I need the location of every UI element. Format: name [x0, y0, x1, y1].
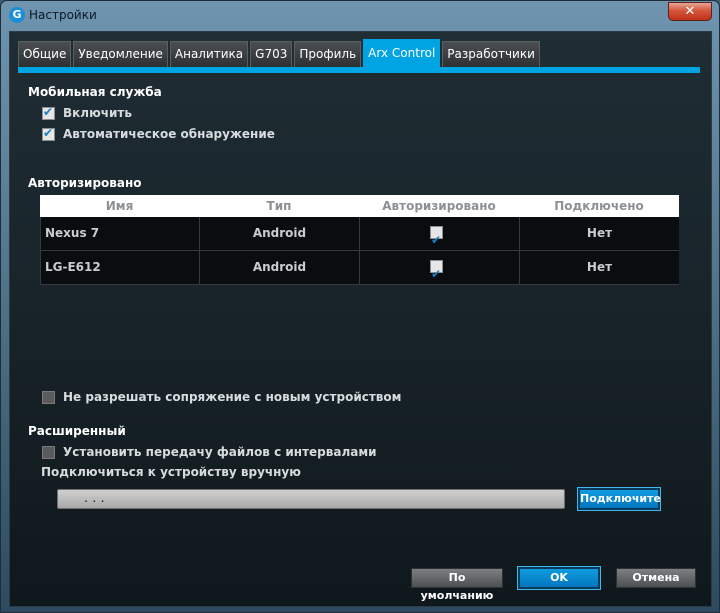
- auto-detect-label: Автоматическое обнаружение: [63, 127, 275, 141]
- connect-button[interactable]: Подключите: [577, 487, 661, 511]
- ip-address-input[interactable]: . . .: [57, 489, 565, 509]
- connected-status: Нет: [519, 217, 679, 250]
- tab-underline: [18, 67, 700, 73]
- interval-transfer-checkbox-row[interactable]: Установить передачу файлов с интервалами: [42, 444, 377, 460]
- default-button[interactable]: По умолчанию: [411, 568, 503, 602]
- device-type: Android: [199, 251, 359, 284]
- no-pairing-checkbox[interactable]: [42, 390, 55, 404]
- device-name: Nexus 7: [40, 217, 199, 250]
- tab-bar: Общие Уведомление Аналитика G703 Профиль…: [18, 39, 542, 67]
- authorized-devices-table: Имя Тип Авторизировано Подключено Nexus …: [40, 195, 679, 290]
- authorized-cell: [359, 217, 519, 256]
- interval-transfer-checkbox[interactable]: [42, 445, 55, 459]
- auto-detect-checkbox-row[interactable]: Автоматическое обнаружение: [42, 126, 275, 142]
- window-title: Настройки: [29, 8, 97, 22]
- mobile-service-heading: Мобильная служба: [28, 85, 162, 99]
- table-row[interactable]: Nexus 7 Android Нет: [40, 217, 679, 256]
- authorized-cell: [359, 251, 519, 290]
- interval-transfer-label: Установить передачу файлов с интервалами: [63, 445, 377, 459]
- connected-status: Нет: [519, 251, 679, 284]
- no-pairing-label: Не разрешать сопряжение с новым устройст…: [63, 390, 402, 404]
- tab-profile[interactable]: Профиль: [294, 41, 362, 67]
- enable-checkbox[interactable]: [42, 105, 55, 120]
- close-button[interactable]: ✕: [668, 2, 712, 21]
- title-bar[interactable]: G Настройки ✕: [1, 1, 719, 30]
- authorized-checkbox[interactable]: [430, 258, 443, 290]
- authorized-checkbox[interactable]: [430, 224, 443, 256]
- cancel-button[interactable]: Отмена: [616, 568, 696, 588]
- tab-analytics[interactable]: Аналитика: [169, 41, 249, 67]
- tab-arx-control[interactable]: Arx Control: [363, 39, 441, 67]
- enable-label: Включить: [63, 106, 132, 120]
- authorized-heading: Авторизировано: [28, 176, 142, 190]
- auto-detect-checkbox[interactable]: [42, 126, 55, 141]
- tab-developers[interactable]: Разработчики: [442, 41, 540, 67]
- advanced-heading: Расширенный: [28, 424, 126, 438]
- column-name[interactable]: Имя: [40, 195, 199, 217]
- tab-g703[interactable]: G703: [250, 41, 293, 67]
- no-pairing-checkbox-row[interactable]: Не разрешать сопряжение с новым устройст…: [42, 389, 401, 405]
- ok-button[interactable]: OK: [517, 566, 601, 590]
- column-connected[interactable]: Подключено: [519, 195, 679, 217]
- column-authorized[interactable]: Авторизировано: [359, 195, 519, 217]
- column-type[interactable]: Тип: [199, 195, 359, 217]
- tab-notifications[interactable]: Уведомление: [73, 41, 168, 67]
- manual-connect-label: Подключиться к устройству вручную: [41, 465, 301, 479]
- tab-general[interactable]: Общие: [18, 41, 72, 67]
- table-header: Имя Тип Авторизировано Подключено: [40, 195, 679, 217]
- table-row[interactable]: LG-E612 Android Нет: [40, 251, 679, 290]
- enable-checkbox-row[interactable]: Включить: [42, 105, 132, 121]
- device-name: LG-E612: [40, 251, 199, 284]
- device-type: Android: [199, 217, 359, 250]
- logitech-icon: G: [9, 7, 25, 23]
